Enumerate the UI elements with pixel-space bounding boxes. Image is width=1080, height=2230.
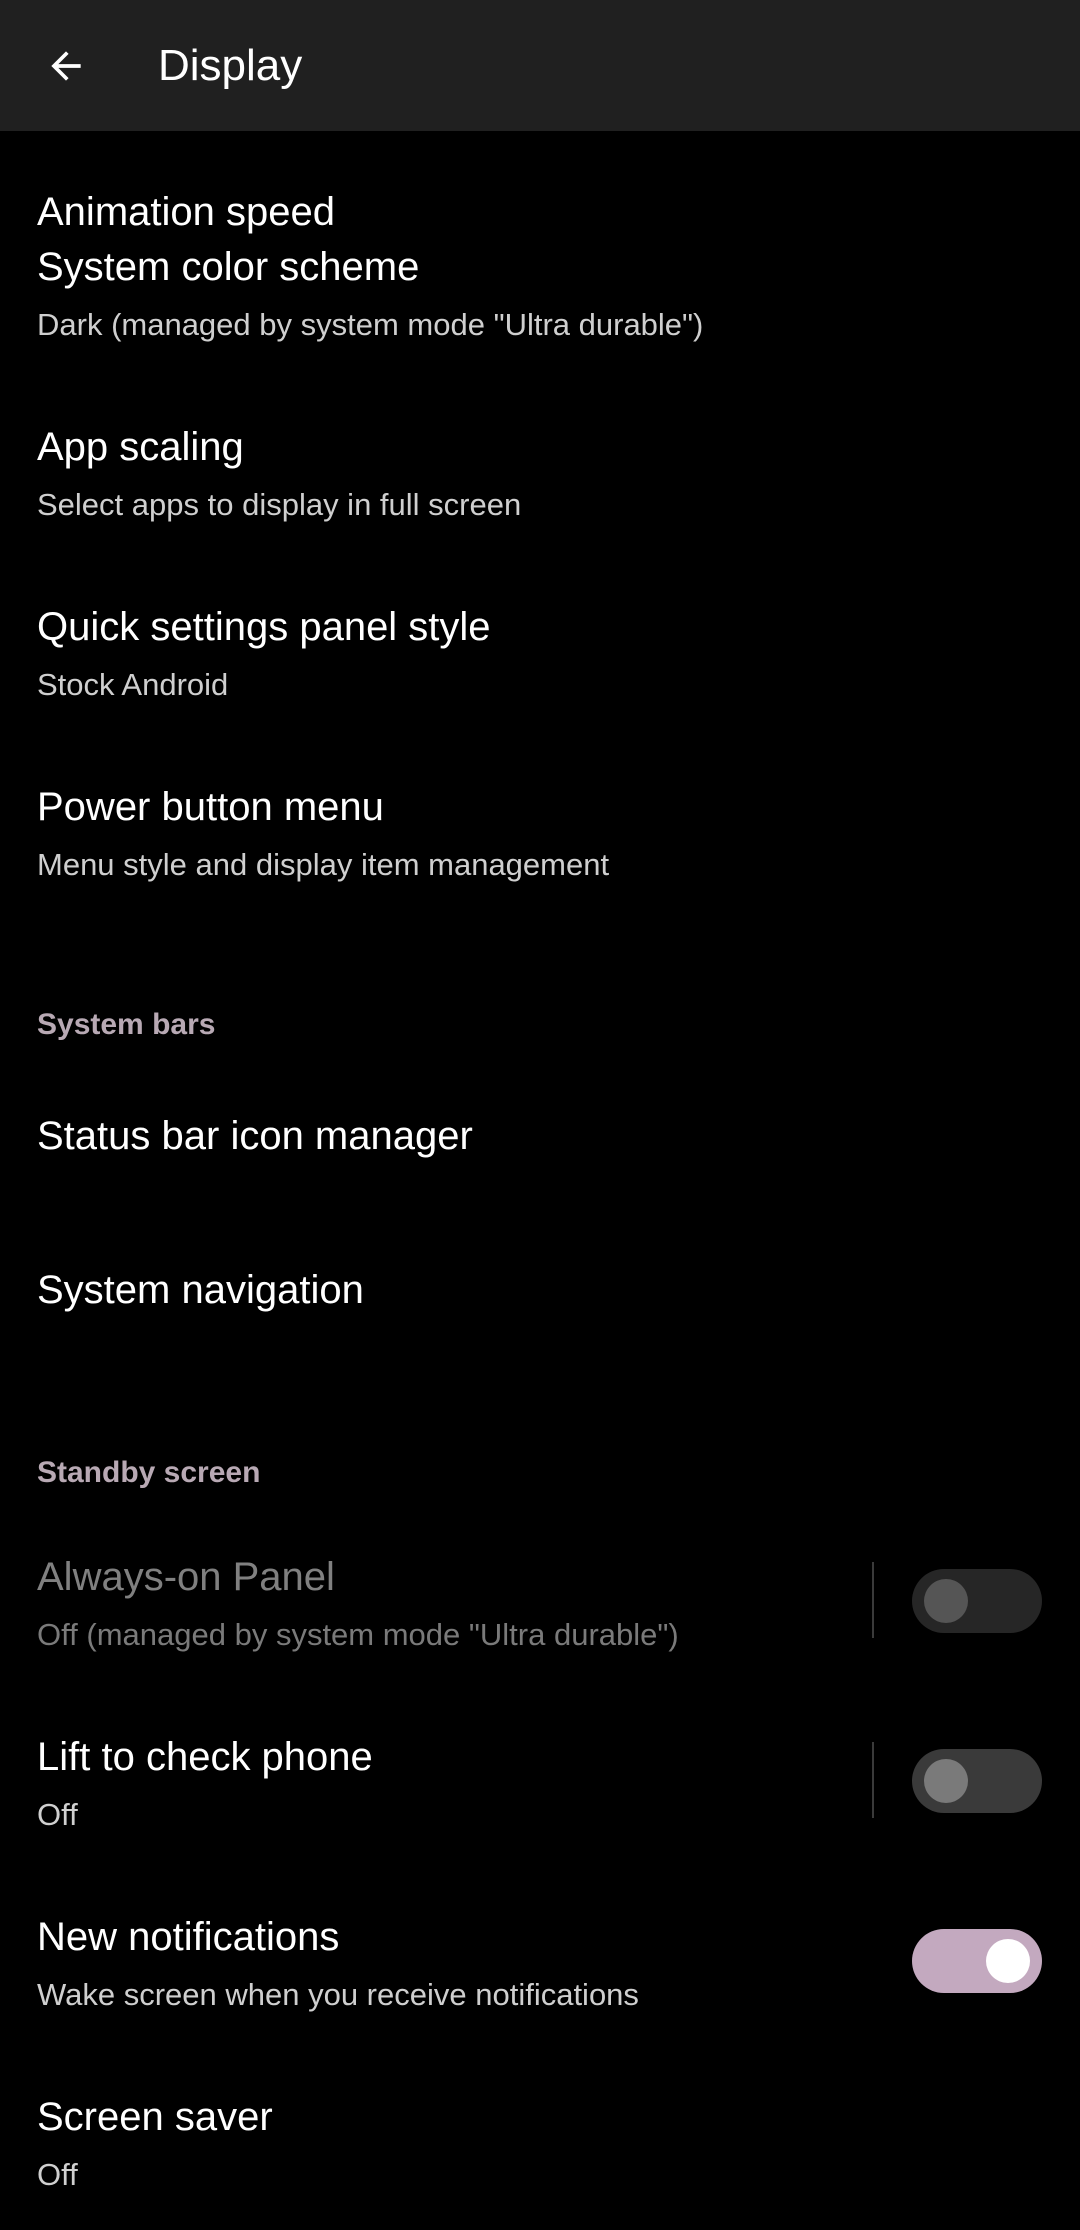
item-divider — [872, 1742, 874, 1818]
quick-settings-panel-style-item[interactable]: Quick settings panel style Stock Android — [0, 590, 1080, 740]
app-scaling-item[interactable]: App scaling Select apps to display in fu… — [0, 410, 1080, 560]
new-notifications-toggle[interactable] — [912, 1929, 1042, 1993]
section-header-standby-screen: Standby screen — [37, 1456, 261, 1489]
power-button-menu-item[interactable]: Power button menu Menu style and display… — [0, 770, 1080, 920]
item-divider — [872, 1562, 874, 1638]
page-title: Display — [158, 41, 303, 90]
status-bar-icon-manager-item[interactable]: Status bar icon manager — [0, 1080, 1080, 1200]
top-app-bar: Display — [0, 0, 1080, 131]
back-button[interactable] — [24, 24, 108, 108]
toggle-thumb — [924, 1759, 968, 1803]
always-on-panel-toggle[interactable] — [912, 1569, 1042, 1633]
toggle-thumb — [924, 1579, 968, 1623]
item-summary: Stock Android — [37, 667, 229, 702]
lift-to-check-phone-toggle[interactable] — [912, 1749, 1042, 1813]
system-navigation-item[interactable]: System navigation — [0, 1234, 1080, 1354]
screen-saver-item[interactable]: Screen saver Off — [0, 2080, 1080, 2230]
item-title: New notifications — [37, 1915, 340, 1959]
item-title: Quick settings panel style — [37, 605, 491, 649]
item-summary: Wake screen when you receive notificatio… — [37, 1977, 639, 2012]
item-title: System color scheme — [37, 245, 420, 289]
lift-to-check-phone-item[interactable]: Lift to check phone Off — [0, 1720, 1080, 1870]
item-title: Always-on Panel — [37, 1555, 335, 1599]
settings-list: Animation speed System color scheme Dark… — [0, 0, 1080, 2230]
item-title: Screen saver — [37, 2095, 273, 2139]
item-summary: Menu style and display item management — [37, 847, 610, 882]
arrow-left-icon — [51, 51, 81, 81]
toggle-thumb — [986, 1939, 1030, 1983]
item-title: System navigation — [37, 1268, 364, 1312]
item-summary: Select apps to display in full screen — [37, 487, 522, 522]
section-header-system-bars: System bars — [37, 1008, 216, 1041]
item-title: Animation speed — [37, 190, 335, 234]
item-summary: Dark (managed by system mode "Ultra dura… — [37, 307, 704, 342]
item-title: Power button menu — [37, 785, 384, 829]
item-summary: Off (managed by system mode "Ultra durab… — [37, 1617, 679, 1652]
item-summary: Off — [37, 2157, 78, 2192]
new-notifications-item[interactable]: New notifications Wake screen when you r… — [0, 1900, 1080, 2050]
system-color-scheme-item[interactable]: System color scheme Dark (managed by sys… — [0, 230, 1080, 380]
item-summary: Off — [37, 1797, 78, 1832]
item-title: Lift to check phone — [37, 1735, 373, 1779]
item-title: Status bar icon manager — [37, 1114, 473, 1158]
item-title: App scaling — [37, 425, 244, 469]
always-on-panel-item[interactable]: Always-on Panel Off (managed by system m… — [0, 1540, 1080, 1690]
